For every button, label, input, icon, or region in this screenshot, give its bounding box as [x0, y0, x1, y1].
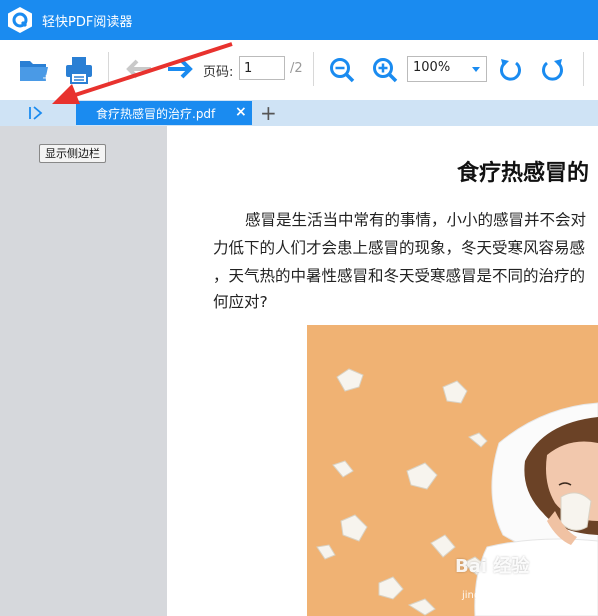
rotate-right-button[interactable]: [538, 55, 568, 85]
open-file-button[interactable]: +: [17, 54, 51, 84]
chevron-down-icon: [472, 67, 480, 72]
rotate-right-icon: [542, 59, 563, 81]
toolbar-divider: [108, 52, 109, 86]
sidebar-panel: [0, 126, 167, 616]
app-title: 轻快PDF阅读器: [42, 15, 133, 30]
app-logo-icon: [8, 7, 32, 33]
zoom-value: 100%: [413, 60, 451, 75]
watermark-logo: Bai 经验: [455, 556, 530, 577]
document-paragraph-line: 感冒是生活当中常有的事情，小小的感冒并不会对: [245, 211, 587, 229]
toolbar: + 页码: /2: [0, 40, 598, 100]
zoom-select[interactable]: 100%: [407, 56, 487, 82]
print-button[interactable]: [63, 54, 95, 86]
tab-document[interactable]: 食疗热感冒的治疗.pdf ×: [76, 101, 252, 125]
rotate-left-button[interactable]: [495, 55, 525, 85]
zoom-out-icon: [330, 58, 355, 83]
title-bar: 轻快PDF阅读器: [0, 0, 598, 40]
page-total: /2: [290, 61, 303, 76]
print-icon: [66, 57, 92, 84]
page-label: 页码:: [203, 65, 234, 80]
page-number-input[interactable]: [239, 56, 285, 80]
sidebar-toggle-icon[interactable]: [27, 103, 45, 123]
show-sidebar-button[interactable]: 显示侧边栏: [39, 144, 106, 163]
back-arrow-icon: [126, 59, 151, 79]
previous-page-button[interactable]: [120, 55, 156, 83]
document-paragraph-line: ，天气热的中暑性感冒和冬天受寒感冒是不同的治疗的: [213, 267, 586, 285]
zoom-in-icon: [373, 58, 398, 83]
toolbar-divider: [313, 52, 314, 86]
rotate-left-icon: [500, 59, 521, 81]
forward-arrow-icon: [168, 59, 193, 79]
toolbar-divider: [583, 52, 584, 86]
document-paragraph-line: 力低下的人们才会患上感冒的现象，冬天受寒风容易感: [213, 239, 586, 257]
document-paragraph-line: 何应对?: [213, 293, 268, 311]
watermark-url: jingyan.baidu.com: [462, 590, 555, 601]
open-folder-icon: +: [20, 61, 50, 83]
document-view: 食疗热感冒的 感冒是生活当中常有的事情，小小的感冒并不会对 力低下的人们才会患上…: [167, 126, 598, 616]
add-tab-button[interactable]: +: [260, 101, 277, 125]
zoom-in-button[interactable]: [370, 55, 400, 85]
document-title: 食疗热感冒的: [457, 161, 590, 186]
close-icon[interactable]: ×: [235, 104, 247, 120]
next-page-button[interactable]: [164, 55, 198, 83]
svg-text:+: +: [42, 73, 50, 83]
zoom-out-button[interactable]: [327, 55, 357, 85]
document-photo: [307, 325, 598, 616]
tab-label: 食疗热感冒的治疗.pdf: [96, 107, 216, 121]
